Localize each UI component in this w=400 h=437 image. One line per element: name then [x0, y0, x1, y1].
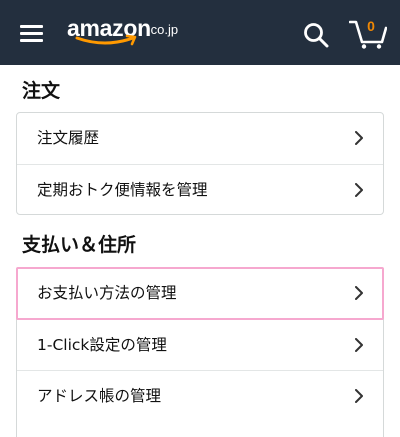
chevron-right-icon — [355, 338, 363, 352]
order-history-link[interactable]: 注文履歴 — [17, 113, 383, 164]
logo-domain: .co.jp — [147, 22, 179, 37]
row-label: アドレス帳の管理 — [37, 387, 162, 405]
chevron-right-icon — [355, 389, 363, 403]
chevron-right-icon — [355, 131, 363, 145]
row-label: 定期おトク便情報を管理 — [37, 181, 208, 199]
amazon-logo[interactable]: amazon .co.jp — [67, 14, 183, 52]
section-title-payment-address: 支払い＆住所 — [22, 234, 137, 256]
manage-address-book-link[interactable]: アドレス帳の管理 — [17, 370, 383, 421]
manage-1click-link[interactable]: 1-Click設定の管理 — [17, 319, 383, 370]
row-label: 注文履歴 — [37, 129, 100, 147]
top-nav-bar: amazon .co.jp 0 — [0, 0, 400, 65]
orders-card: 注文履歴 定期おトク便情報を管理 — [16, 112, 384, 215]
section-title-orders: 注文 — [22, 80, 61, 102]
manage-payment-methods-link[interactable]: お支払い方法の管理 — [17, 268, 383, 319]
row-label: 1-Click設定の管理 — [37, 336, 167, 354]
cart-count-badge: 0 — [367, 18, 375, 34]
cart-button[interactable]: 0 — [349, 17, 387, 49]
subscribe-save-link[interactable]: 定期おトク便情報を管理 — [17, 164, 383, 215]
hamburger-menu-icon[interactable] — [20, 25, 43, 42]
payment-address-card: お支払い方法の管理 1-Click設定の管理 アドレス帳の管理 — [16, 267, 384, 437]
row-label: お支払い方法の管理 — [37, 284, 177, 302]
search-icon[interactable] — [303, 22, 329, 48]
chevron-right-icon — [355, 183, 363, 197]
smile-arrow-icon — [75, 34, 137, 46]
chevron-right-icon — [355, 286, 363, 300]
